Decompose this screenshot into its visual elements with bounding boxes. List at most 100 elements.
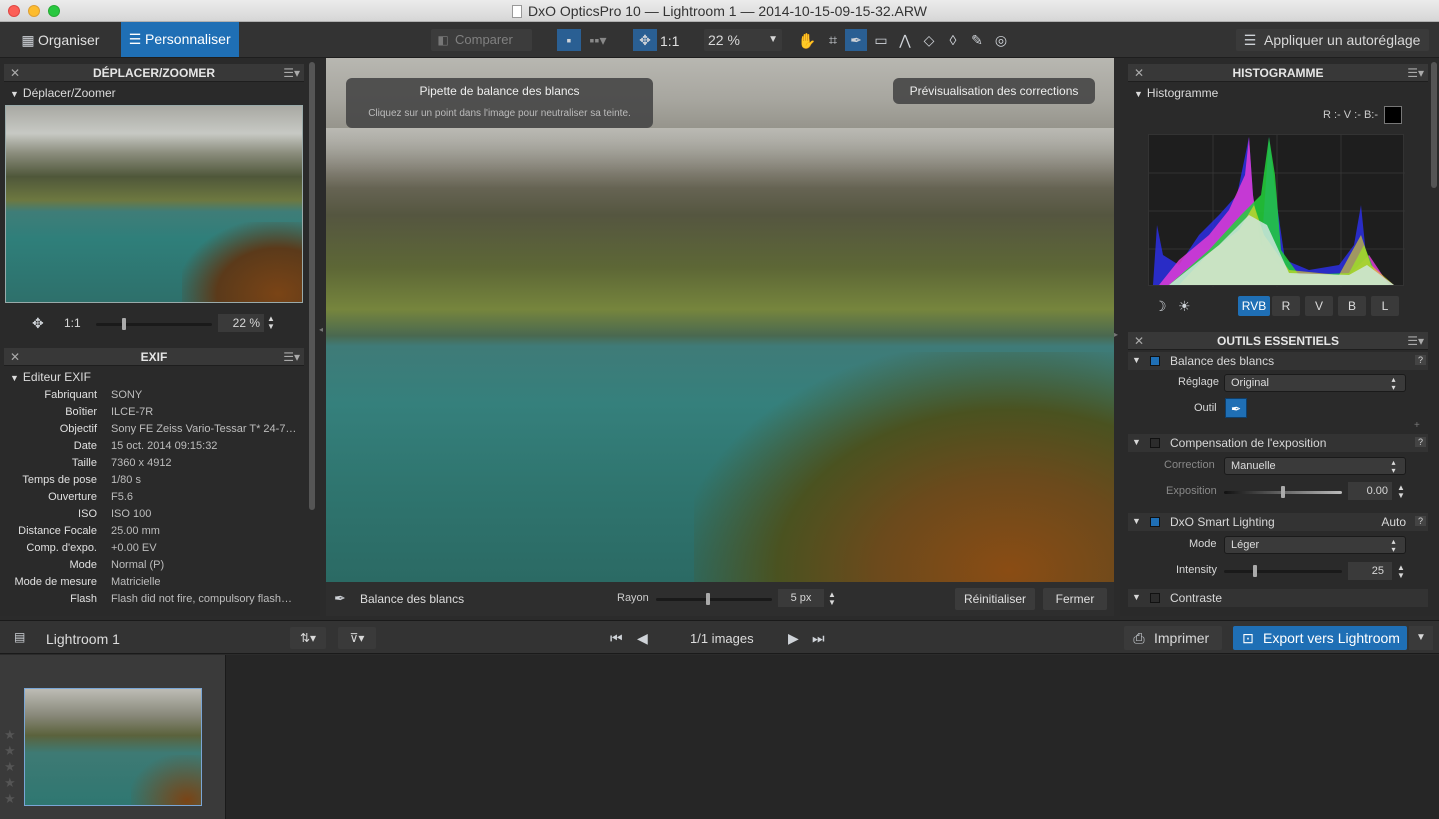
exif-row: Temps de pose 1/80 s	[0, 474, 300, 491]
filter-button[interactable]: ⊽▾	[338, 627, 376, 649]
exif-label: Flash	[70, 593, 97, 605]
split-view-icon[interactable]: ▪▪▾	[583, 29, 613, 51]
perspective-icon[interactable]: ⋀	[894, 32, 916, 49]
personnaliser-tab[interactable]: ☰ Personnaliser	[121, 22, 239, 57]
export-menu-chevron[interactable]: ▼	[1409, 626, 1433, 650]
rayon-field[interactable]: 5 px	[778, 589, 824, 607]
rayon-slider[interactable]	[656, 593, 772, 605]
intensity-field[interactable]: 25	[1348, 562, 1392, 580]
last-image-icon[interactable]: ⏭	[812, 630, 825, 647]
slider-knob[interactable]	[122, 318, 126, 330]
thumbnail-cell[interactable]: ★ ★ ★ ★ ★	[0, 655, 226, 819]
sort-button[interactable]: ⇅▾	[290, 627, 326, 649]
enable-checkbox[interactable]	[1150, 356, 1160, 366]
plus-icon[interactable]: +	[1414, 420, 1420, 431]
intensity-slider[interactable]	[1224, 565, 1342, 577]
rating-stars[interactable]: ★ ★ ★ ★ ★	[4, 727, 16, 807]
image-viewer[interactable]: Pipette de balance des blancs Cliquez su…	[326, 58, 1114, 582]
channel-button-rvb[interactable]: RVB	[1238, 296, 1270, 316]
slider-knob[interactable]	[1281, 486, 1285, 498]
list-icon[interactable]: ▤	[14, 630, 25, 644]
organiser-tab[interactable]: ▦ Organiser	[8, 25, 112, 55]
enable-checkbox[interactable]	[1150, 517, 1160, 527]
histogram-subsection[interactable]: ▼ Histogramme	[1134, 86, 1218, 100]
panel-menu-icon[interactable]: ☰▾	[1407, 332, 1424, 350]
channel-button-v[interactable]: V	[1305, 296, 1333, 316]
right-scrollbar[interactable]	[1431, 62, 1437, 188]
crop-icon[interactable]: ⌗	[822, 32, 844, 49]
panel-menu-icon[interactable]: ☰▾	[283, 348, 300, 366]
auto-adjust-button[interactable]: ☰ Appliquer un autoréglage	[1236, 29, 1429, 51]
title-bar: DxO OpticsPro 10 — Lightroom 1 — 2014-10…	[0, 0, 1439, 22]
collapse-left-icon[interactable]: ◂	[319, 325, 323, 334]
nav-ratio-button[interactable]: 1:1	[64, 316, 81, 330]
stepper-icon[interactable]: ▲ ▼	[828, 591, 836, 607]
eyedropper-tool-button[interactable]: ✒	[1225, 398, 1247, 418]
enable-checkbox[interactable]	[1150, 438, 1160, 448]
slider-knob[interactable]	[706, 593, 710, 605]
close-panel-icon[interactable]: ✕	[10, 348, 20, 366]
exposure-section-header[interactable]: ▼ Compensation de l'exposition ?	[1128, 434, 1428, 452]
close-panel-icon[interactable]: ✕	[1134, 332, 1144, 350]
perspective-8pt-icon[interactable]: ◊	[942, 32, 964, 48]
active-tool-label: Balance des blancs	[360, 592, 465, 606]
close-panel-icon[interactable]: ✕	[10, 64, 20, 82]
highlight-clipping-icon[interactable]: ☀	[1178, 298, 1191, 315]
help-icon[interactable]: ?	[1414, 355, 1426, 365]
minimize-window-button[interactable]	[28, 5, 40, 17]
compare-button[interactable]: ◧ Comparer	[431, 29, 532, 51]
exif-subsection[interactable]: ▼ Editeur EXIF	[10, 370, 91, 384]
help-icon[interactable]: ?	[1414, 516, 1426, 526]
close-panel-icon[interactable]: ✕	[1134, 64, 1144, 82]
horizon-icon[interactable]: ▭	[870, 32, 892, 49]
eyedropper-icon[interactable]: ✒	[845, 29, 867, 51]
stepper-icon[interactable]: ▲ ▼	[267, 315, 275, 331]
shadow-clipping-icon[interactable]: ☽	[1154, 298, 1167, 315]
enable-checkbox[interactable]	[1150, 593, 1160, 603]
exposure-slider[interactable]	[1224, 486, 1342, 498]
stepper-icon[interactable]: ▲ ▼	[1397, 564, 1405, 580]
zoom-window-button[interactable]	[48, 5, 60, 17]
red-eye-icon[interactable]: ◎	[990, 32, 1012, 49]
channel-button-b[interactable]: B	[1338, 296, 1366, 316]
reset-button[interactable]: Réinitialiser	[955, 588, 1035, 610]
collapse-right-icon[interactable]: ▸	[1114, 330, 1118, 339]
help-icon[interactable]: ?	[1414, 437, 1426, 447]
left-scrollbar[interactable]	[309, 62, 315, 510]
wb-section-header[interactable]: ▼ Balance des blancs ?	[1128, 352, 1428, 370]
hand-icon[interactable]: ✋	[796, 32, 818, 50]
image-thumbnail[interactable]	[24, 688, 202, 806]
channel-button-r[interactable]: R	[1272, 296, 1300, 316]
nav-zoom-slider[interactable]	[96, 318, 212, 330]
move-icon[interactable]: ✥	[633, 29, 657, 51]
slider-knob[interactable]	[1253, 565, 1257, 577]
single-view-icon[interactable]: ▪	[557, 29, 581, 51]
stepper-icon[interactable]: ▲ ▼	[1397, 484, 1405, 500]
panel-menu-icon[interactable]: ☰▾	[1407, 64, 1424, 82]
preview-corrections-button[interactable]: Prévisualisation des corrections	[893, 78, 1095, 104]
panel-menu-icon[interactable]: ☰▾	[283, 64, 300, 82]
exposure-field[interactable]: 0.00	[1348, 482, 1392, 500]
smart-lighting-section-header[interactable]: ▼ DxO Smart Lighting Auto ?	[1128, 513, 1428, 531]
first-image-icon[interactable]: ⏮	[610, 630, 623, 647]
next-image-icon[interactable]: ▶	[788, 630, 799, 647]
close-window-button[interactable]	[8, 5, 20, 17]
ratio-1-1-button[interactable]: 1:1	[660, 33, 679, 49]
nav-subsection[interactable]: ▼ Déplacer/Zoomer	[10, 86, 116, 100]
repair-brush-icon[interactable]: ✎	[966, 32, 988, 49]
move-icon[interactable]: ✥	[32, 315, 44, 332]
nav-zoom-field[interactable]: 22 %	[218, 314, 264, 332]
print-button[interactable]: ⎙ Imprimer	[1124, 626, 1222, 650]
sl-mode-select[interactable]: Léger	[1224, 536, 1406, 554]
zoom-select[interactable]: 22 % ▼	[704, 29, 782, 51]
exif-label: Boîtier	[65, 406, 97, 418]
channel-button-l[interactable]: L	[1371, 296, 1399, 316]
navigator-thumbnail[interactable]	[5, 105, 303, 303]
perspective-rect-icon[interactable]: ◇	[918, 32, 940, 49]
exp-correction-select[interactable]: Manuelle	[1224, 457, 1406, 475]
prev-image-icon[interactable]: ◀	[637, 630, 648, 647]
contrast-section-header[interactable]: ▼ Contraste	[1128, 589, 1428, 607]
wb-reglage-select[interactable]: Original	[1224, 374, 1406, 392]
close-tool-button[interactable]: Fermer	[1043, 588, 1107, 610]
export-lightroom-button[interactable]: ⊡ Export vers Lightroom	[1233, 626, 1407, 650]
